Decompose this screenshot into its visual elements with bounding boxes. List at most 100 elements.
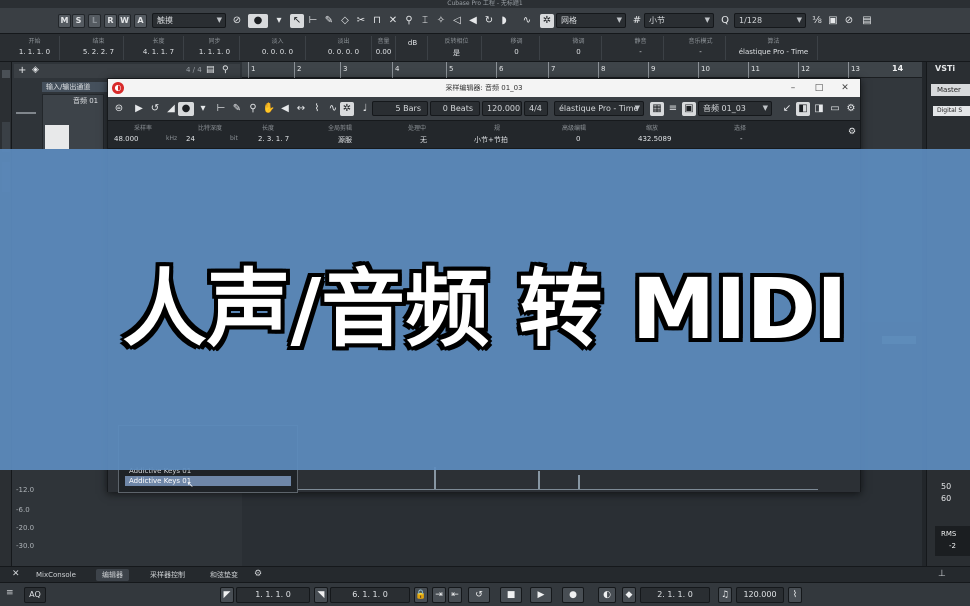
collapse-icon[interactable]: ↙	[780, 102, 794, 116]
snap-icon[interactable]: ✲	[340, 102, 354, 116]
time-warp-icon[interactable]: ✧	[434, 14, 448, 28]
beats-field[interactable]: 0 Beats	[430, 101, 480, 116]
io-channel-header[interactable]: 输入/输出通道	[42, 82, 112, 92]
scrub-icon[interactable]: ↔	[294, 102, 308, 116]
tab-chord-pads[interactable]: 和弦垫变	[204, 569, 244, 581]
search-icon[interactable]: ⚲	[222, 65, 229, 75]
nudge-icon[interactable]: ◗	[494, 14, 514, 28]
track-row[interactable]: 音频 01	[42, 94, 104, 150]
minimize-icon[interactable]: –	[780, 79, 806, 97]
warp-icon[interactable]: ⌇	[310, 102, 324, 116]
chevron-down-icon[interactable]: ▾	[196, 102, 210, 116]
info-start[interactable]: 开始 1. 1. 1. 0	[10, 36, 60, 60]
range-tool-icon[interactable]: ⊢	[306, 14, 320, 28]
digital-instrument[interactable]: Digital S	[933, 106, 970, 116]
constrain-icon[interactable]: ⊘	[230, 14, 244, 28]
info-fade-in[interactable]: 淡入 0. 0. 0. 0	[250, 36, 306, 60]
draw-tool-icon[interactable]: ✎	[230, 102, 244, 116]
locator-right-icon[interactable]: ◥	[314, 587, 328, 603]
list-item-selected[interactable]: Addictive Keys 01	[125, 476, 291, 486]
metronome-icon[interactable]: ◐	[598, 587, 616, 603]
erase-tool-icon[interactable]: ◇	[338, 14, 352, 28]
play-button[interactable]: ▶	[530, 587, 552, 603]
gear-icon[interactable]: ⚙	[254, 569, 262, 579]
hitpoints-icon[interactable]: ▦	[650, 102, 664, 116]
mute-tool-icon[interactable]: ✕	[386, 14, 400, 28]
inspector-tab-icon[interactable]	[2, 70, 10, 78]
left-locator-field[interactable]: 1. 1. 1. 0	[236, 587, 310, 603]
folder-icon[interactable]: ◈	[32, 65, 39, 75]
tempo-track-icon[interactable]: ⌇	[788, 587, 802, 603]
bars-field[interactable]: 5 Bars	[372, 101, 428, 116]
info-volume[interactable]: 音量 0.00	[372, 36, 396, 60]
list-icon[interactable]: ≡	[666, 102, 680, 116]
locator-icon[interactable]: ◆	[622, 587, 636, 603]
menu-icon[interactable]: ≡	[6, 588, 14, 598]
inspector-tab-icon[interactable]	[2, 122, 10, 152]
auto-scroll-icon[interactable]: ∿	[326, 102, 340, 116]
tempo-field[interactable]: 120.000	[736, 587, 784, 603]
info-finetune[interactable]: 微调 0	[556, 36, 602, 60]
pointer-tool-icon[interactable]: ↖	[290, 14, 304, 28]
layout-icon[interactable]: ▭	[828, 102, 842, 116]
gear-icon[interactable]: ⚙	[848, 127, 856, 137]
event-icon[interactable]: ▣	[682, 102, 696, 116]
layout-right-icon[interactable]: ◨	[812, 102, 826, 116]
cycle-button[interactable]: ↺	[468, 587, 490, 603]
tab-sampler-control[interactable]: 采样器控制	[144, 569, 191, 581]
musical-mode-icon[interactable]: ♩	[358, 102, 372, 116]
master-output[interactable]: Master	[931, 84, 970, 96]
record-icon[interactable]: ⊜	[112, 102, 126, 116]
algorithm-select[interactable]: élastique Pro - Time ▼	[554, 101, 644, 116]
tab-mixconsole[interactable]: MixConsole	[30, 569, 82, 581]
speaker-icon[interactable]: ◀	[466, 14, 480, 28]
window-layout-icon[interactable]: ▤	[860, 14, 874, 28]
layout-left-icon[interactable]: ◧	[796, 102, 810, 116]
lock-icon[interactable]: 🔒	[414, 587, 428, 603]
hand-tool-icon[interactable]: ✋	[262, 102, 276, 116]
position-field[interactable]: 2. 1. 1. 0	[640, 587, 710, 603]
color-icon[interactable]: ●	[178, 102, 194, 116]
volume-icon[interactable]: ◢	[164, 102, 178, 116]
punch-in-icon[interactable]: ⇥	[432, 587, 446, 603]
close-icon[interactable]: ✕	[832, 79, 858, 97]
loop-icon[interactable]: ↺	[148, 102, 162, 116]
maximize-icon[interactable]: □	[806, 79, 832, 97]
aq-button[interactable]: AQ	[24, 587, 46, 603]
write-button[interactable]: W	[118, 14, 131, 28]
gear-icon[interactable]: ⚙	[844, 102, 858, 116]
play-tool-icon[interactable]: ◁	[450, 14, 464, 28]
snap-type-select[interactable]: 网格 ▼	[556, 13, 626, 28]
record-button[interactable]: ●	[562, 587, 584, 603]
list-view-icon[interactable]: ▤	[206, 65, 215, 75]
zoom-tool-icon[interactable]: ⚲	[402, 14, 416, 28]
quantize-apply-icon[interactable]: ▣	[826, 14, 840, 28]
split-tool-icon[interactable]: ✂	[354, 14, 368, 28]
signature-field[interactable]: 4/4	[524, 101, 548, 116]
info-sync[interactable]: 同步 1. 1. 1. 0	[190, 36, 240, 60]
read-button[interactable]: R	[104, 14, 117, 28]
punch-out-icon[interactable]: ⇤	[448, 587, 462, 603]
snap-icon[interactable]: ✲	[540, 14, 554, 28]
draw-tool-icon[interactable]: ✎	[322, 14, 336, 28]
speaker-icon[interactable]: ◀	[278, 102, 292, 116]
right-locator-field[interactable]: 6. 1. 1. 0	[330, 587, 410, 603]
automation-mode-select[interactable]: 触摸 ▼	[152, 13, 226, 28]
info-invert-phase[interactable]: 反转相位是	[432, 36, 482, 60]
tempo-field[interactable]: 120.000	[482, 101, 522, 116]
add-track-icon[interactable]: +	[18, 65, 26, 76]
iterative-quantize-icon[interactable]: ⅛	[810, 14, 824, 28]
close-icon[interactable]: ✕	[12, 569, 20, 579]
chevron-down-icon[interactable]: ▾	[272, 14, 286, 28]
info-fade-out[interactable]: 淡出 0. 0. 0. 0	[316, 36, 372, 60]
info-end[interactable]: 结束 5. 2. 2. 7	[74, 36, 124, 60]
event-select[interactable]: 音频 01_03 ▼	[698, 101, 772, 116]
color-icon[interactable]: ●	[248, 14, 268, 28]
automation-button[interactable]: A	[134, 14, 147, 28]
stop-button[interactable]: ■	[500, 587, 522, 603]
listen-button[interactable]: L	[88, 14, 101, 28]
mute-all-button[interactable]: M	[58, 14, 71, 28]
info-algorithm[interactable]: 算法 élastique Pro - Time	[730, 36, 818, 60]
locator-left-icon[interactable]: ◤	[220, 587, 234, 603]
comp-tool-icon[interactable]: ⌶	[418, 14, 432, 28]
